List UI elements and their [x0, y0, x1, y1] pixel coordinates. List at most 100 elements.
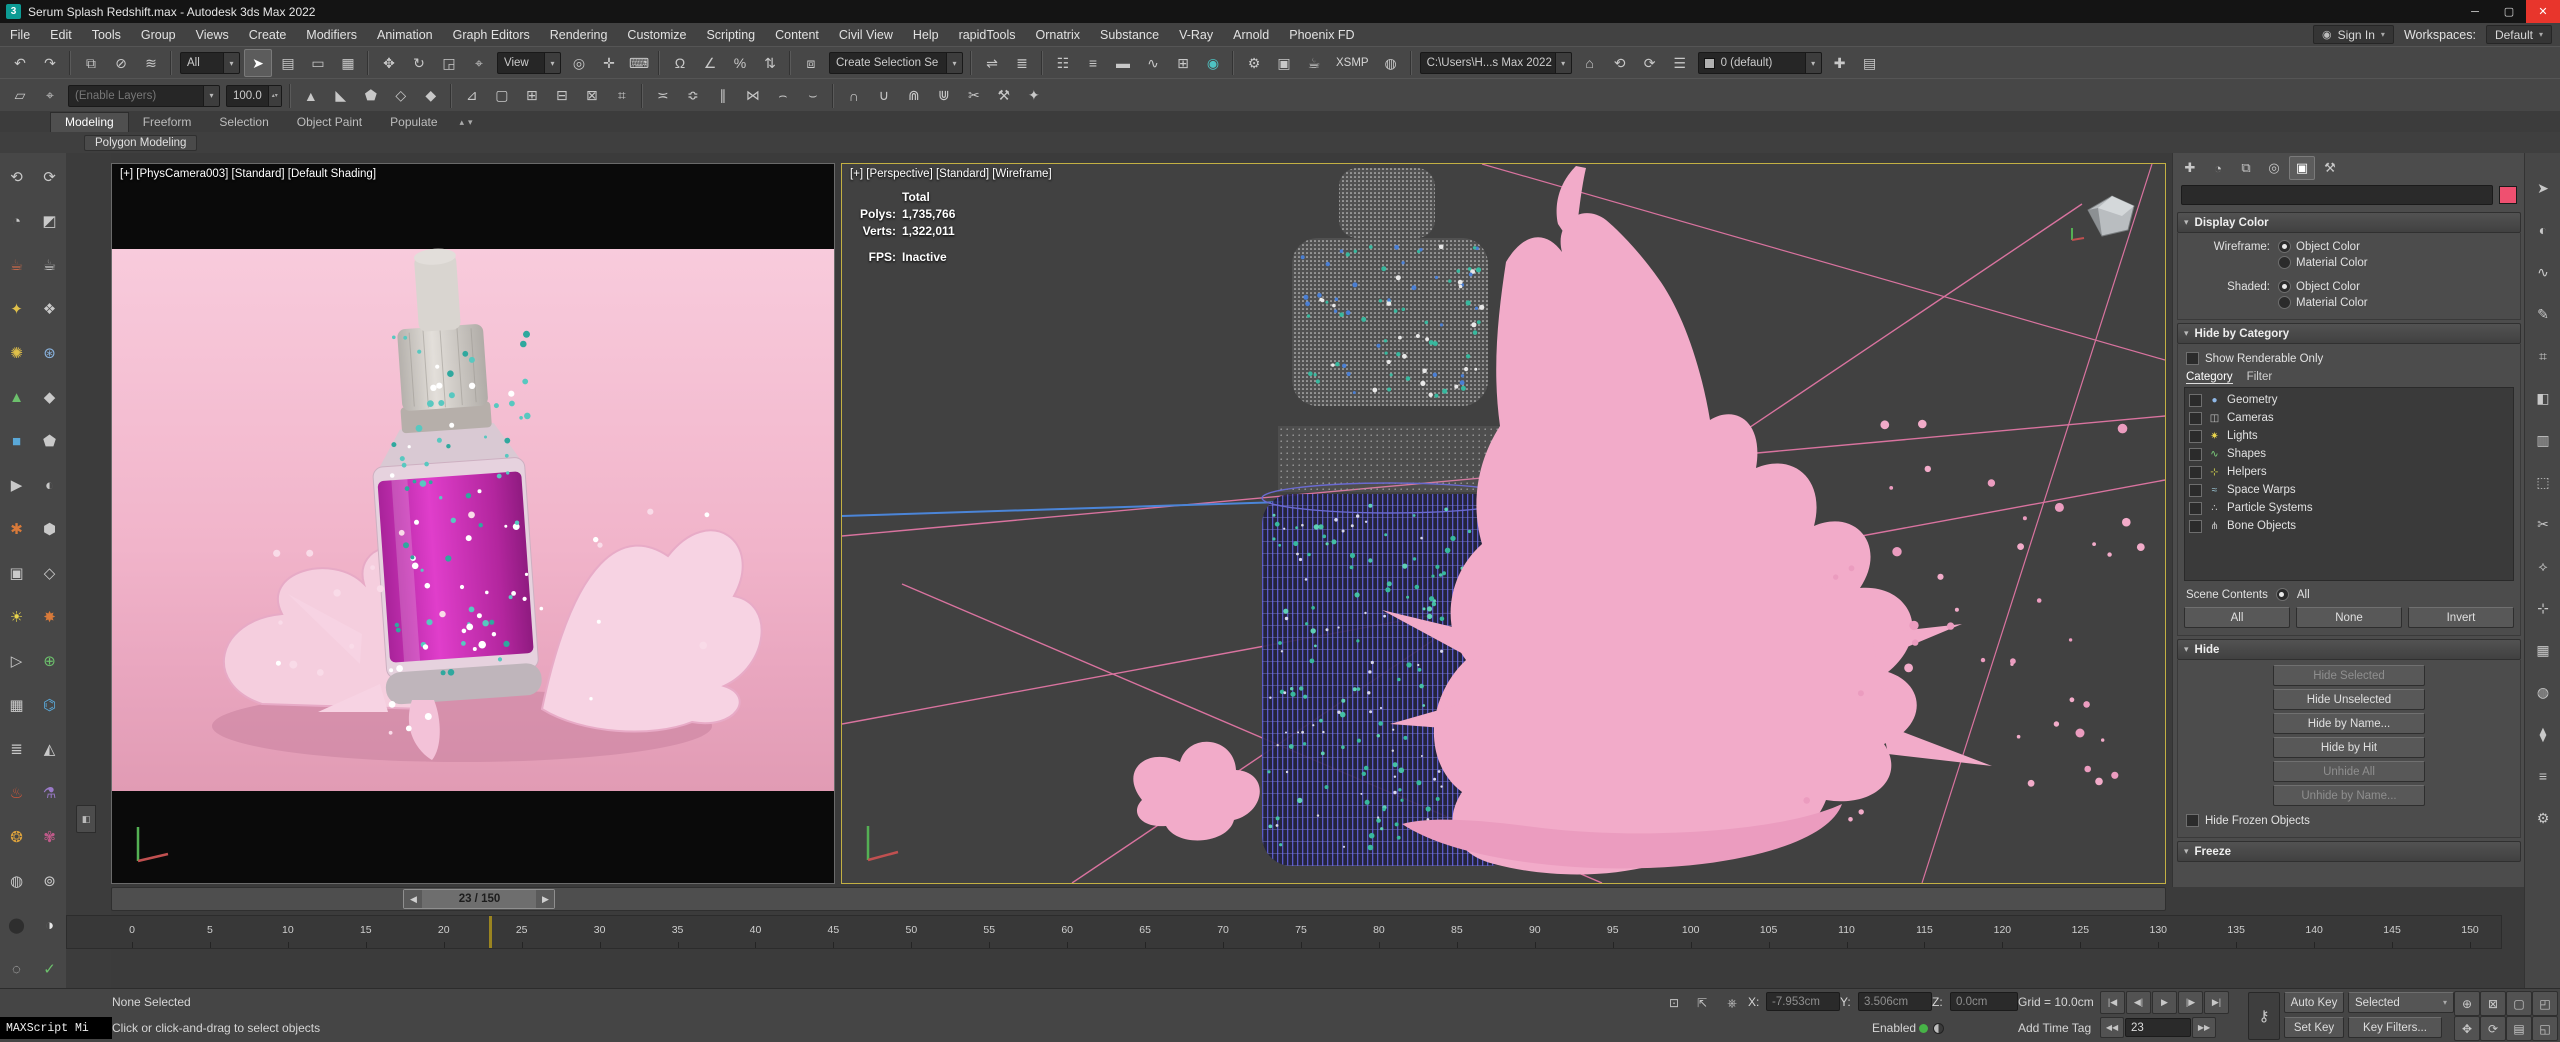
left-dock-tool-icon-36[interactable]: ◑ [35, 910, 65, 940]
category-checkbox[interactable] [2189, 447, 2202, 461]
category-none-button[interactable]: None [2296, 607, 2402, 628]
schematic-view-icon[interactable]: ⊞ [1169, 49, 1197, 77]
menu-phoenix-fd[interactable]: Phoenix FD [1279, 23, 1364, 46]
modeling-tool-icon-18[interactable]: ∩ [840, 82, 868, 110]
hide-selected-button[interactable]: Hide Selected [2273, 665, 2425, 686]
nav-icon-4[interactable]: ◰ [2532, 991, 2558, 1016]
left-dock-tool-icon-12[interactable]: ◆ [35, 382, 65, 412]
right-dock-tool-icon-6[interactable]: ◧ [2529, 384, 2557, 412]
category-tab-filter[interactable]: Filter [2247, 371, 2273, 384]
percent-snap-spinner[interactable]: 100.0 ▴▾ [226, 84, 282, 107]
toggle-layer-explorer-icon[interactable]: ≡ [1079, 49, 1107, 77]
set-key-button[interactable]: Set Key [2284, 1017, 2344, 1038]
modeling-tool-icon-17[interactable]: ⌣ [799, 82, 827, 110]
sign-in-button[interactable]: ◉ Sign In ▾ [2312, 25, 2394, 44]
ribbon-pin-icon[interactable]: ▾ [468, 117, 473, 128]
render-setup-icon[interactable]: ⚙ [1240, 49, 1268, 77]
offset-mode-icon[interactable]: ⇱ [1690, 992, 1714, 1014]
key-step-forward-button[interactable]: ▶▶ [2192, 1017, 2216, 1038]
right-dock-tool-icon-4[interactable]: ✎ [2529, 300, 2557, 328]
ribbon-tab-freeform[interactable]: Freeform [129, 113, 206, 132]
category-checkbox[interactable] [2189, 519, 2202, 533]
layer-properties-icon[interactable]: ▤ [1856, 49, 1884, 77]
y-coordinate-field[interactable]: 3.506cm [1858, 992, 1932, 1011]
menu-rendering[interactable]: Rendering [540, 23, 618, 46]
nav-icon-3[interactable]: ▢ [2506, 991, 2532, 1016]
x-coordinate-field[interactable]: -7.953cm [1766, 992, 1840, 1011]
selection-lock-icon[interactable]: ⎈ [1720, 992, 1744, 1014]
right-dock-tool-icon-11[interactable]: ⊹ [2529, 594, 2557, 622]
previous-frame-arrow[interactable]: ◀ [404, 890, 423, 908]
ribbon-minimize-icon[interactable]: ▴ [460, 117, 465, 128]
nav-icon-6[interactable]: ⟳ [2480, 1016, 2506, 1041]
render-production-icon[interactable]: ☕ [1300, 49, 1328, 77]
right-dock-tool-icon-10[interactable]: ⟡ [2529, 552, 2557, 580]
left-dock-tool-icon-7[interactable]: ✦ [2, 294, 32, 324]
polygon-modeling-panel-button[interactable]: Polygon Modeling [84, 134, 198, 151]
menu-modifiers[interactable]: Modifiers [296, 23, 367, 46]
left-dock-tool-icon-19[interactable]: ▣ [2, 558, 32, 588]
select-by-name-icon[interactable]: ▤ [274, 49, 302, 77]
modeling-tool-icon-19[interactable]: ∪ [870, 82, 898, 110]
left-dock-tool-icon-4[interactable]: ◩ [35, 206, 65, 236]
select-and-place-icon[interactable]: ⌖ [465, 49, 493, 77]
category-row-particle-systems[interactable]: ∴ Particle Systems [2189, 499, 2509, 517]
category-list[interactable]: ● Geometry ◫ Cameras ✷ Lights ∿ Shapes ⊹ Helpers ≈… [2184, 387, 2514, 581]
time-slider-handle[interactable]: ◀ 23 / 150 ▶ [403, 889, 556, 909]
left-dock-tool-icon-10[interactable]: ⊛ [35, 338, 65, 368]
menu-substance[interactable]: Substance [1090, 23, 1169, 46]
left-dock-tool-icon-38[interactable]: ✓ [35, 954, 65, 984]
create-layer-icon[interactable]: ✚ [1826, 49, 1854, 77]
select-and-rotate-icon[interactable]: ↻ [405, 49, 433, 77]
menu-v-ray[interactable]: V-Ray [1169, 23, 1223, 46]
left-dock-tool-icon-2[interactable]: ⟳ [35, 162, 65, 192]
menu-content[interactable]: Content [765, 23, 829, 46]
nav-icon-1[interactable]: ⊕ [2454, 991, 2480, 1016]
auto-key-button[interactable]: Auto Key [2284, 992, 2344, 1013]
spinner-arrows-icon[interactable]: ▴▾ [267, 85, 281, 106]
right-dock-tool-icon-15[interactable]: ≡ [2529, 762, 2557, 790]
go-to-end-button[interactable]: ▶| [2204, 991, 2229, 1014]
menu-arnold[interactable]: Arnold [1223, 23, 1279, 46]
reference-coordsys-dropdown[interactable]: View ▾ [497, 52, 561, 74]
left-dock-tool-icon-29[interactable]: ♨ [2, 778, 32, 808]
viewport-camera[interactable]: [+] [PhysCamera003] [Standard] [Default … [111, 163, 835, 884]
go-to-start-button[interactable]: |◀ [2100, 991, 2125, 1014]
close-button[interactable]: ✕ [2526, 0, 2560, 23]
key-filters-button[interactable]: Key Filters... [2348, 1017, 2442, 1038]
scene-contents-all-radio[interactable] [2275, 588, 2289, 601]
nav-icon-5[interactable]: ✥ [2454, 1016, 2480, 1041]
use-pivot-center-icon[interactable]: ◎ [565, 49, 593, 77]
left-dock-tool-icon-11[interactable]: ▲ [2, 382, 32, 412]
layer-list-icon[interactable]: ☰ [1666, 49, 1694, 77]
snap-toggle-3d-icon[interactable]: Ω [666, 49, 694, 77]
category-row-helpers[interactable]: ⊹ Helpers [2189, 463, 2509, 481]
ribbon-tab-modeling[interactable]: Modeling [50, 112, 129, 132]
modeling-tool-icon-1[interactable]: ▲ [297, 82, 325, 110]
left-dock-tool-icon-14[interactable]: ⬟ [35, 426, 65, 456]
unhide-by-name--button[interactable]: Unhide by Name... [2273, 785, 2425, 806]
viewport-layout-tab[interactable]: ◧ [76, 805, 96, 833]
menu-views[interactable]: Views [186, 23, 239, 46]
material-editor-icon[interactable]: ◉ [1199, 49, 1227, 77]
create-tab[interactable]: ✚ [2177, 156, 2203, 180]
add-time-tag[interactable]: Add Time Tag [2018, 1021, 2091, 1035]
active-layer-combo[interactable]: 0 (default) ▾ [1697, 52, 1822, 74]
modeling-tool-icon-11[interactable]: ⌗ [608, 82, 636, 110]
wireframe-object-color-radio[interactable] [2278, 240, 2291, 253]
modeling-tool-icon-9[interactable]: ⊟ [548, 82, 576, 110]
left-dock-tool-icon-33[interactable]: ◍ [2, 866, 32, 896]
modeling-tool-icon-5[interactable]: ◆ [417, 82, 445, 110]
percent-snap-icon[interactable]: % [726, 49, 754, 77]
select-and-manipulate-icon[interactable]: ✛ [595, 49, 623, 77]
ribbon-tab-selection[interactable]: Selection [205, 113, 282, 132]
hide-by-category-rollout-header[interactable]: Hide by Category [2177, 323, 2521, 344]
redo-scene-icon[interactable]: ⟳ [1636, 49, 1664, 77]
nav-icon-8[interactable]: ◱ [2532, 1016, 2558, 1041]
keyboard-override-icon[interactable]: ⌨ [625, 49, 653, 77]
utilities-tab[interactable]: ⚒ [2317, 156, 2343, 180]
pin-stack-icon[interactable]: ⌖ [36, 82, 64, 110]
left-dock-tool-icon-32[interactable]: ✾ [35, 822, 65, 852]
isolate-selection-icon[interactable]: ⊡ [1662, 992, 1686, 1014]
select-and-move-icon[interactable]: ✥ [375, 49, 403, 77]
